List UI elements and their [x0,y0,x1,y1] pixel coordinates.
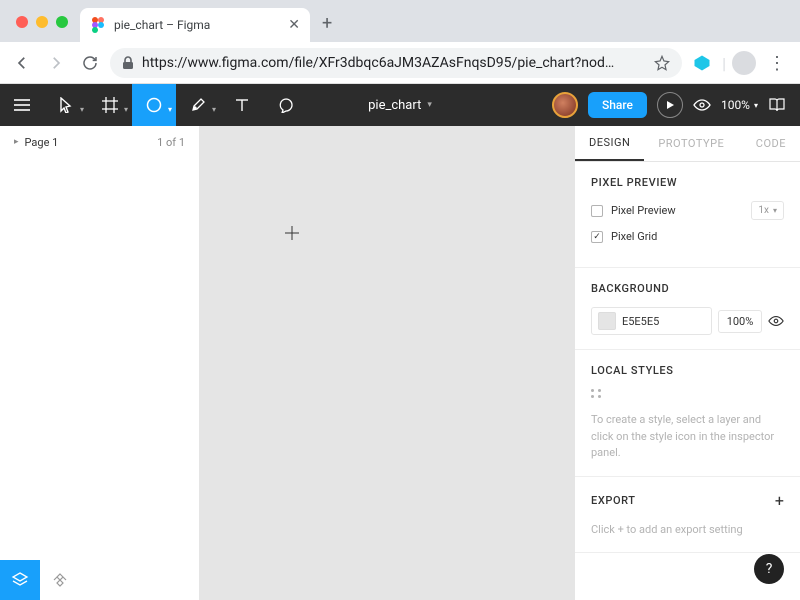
chevron-down-icon: ▾ [773,206,777,215]
crosshair-cursor-icon [285,226,299,240]
present-button[interactable] [657,92,683,118]
browser-tab[interactable]: pie_chart – Figma ✕ [80,8,310,42]
user-avatar[interactable] [552,92,578,118]
pixel-preview-checkbox[interactable] [591,205,603,217]
page-selector[interactable]: ▸ Page 1 1 of 1 [0,126,199,158]
tab-close-icon[interactable]: ✕ [288,17,300,33]
local-styles-hint: To create a style, select a layer and cl… [591,412,784,462]
inspector-tabs: DESIGN PROTOTYPE CODE [575,126,800,162]
library-button[interactable] [768,97,786,113]
layers-tab-button[interactable] [0,560,40,600]
layers-panel: ▸ Page 1 1 of 1 [0,126,200,600]
pixel-grid-label: Pixel Grid [611,230,657,243]
comment-tool-button[interactable] [264,84,308,126]
pixel-preview-label: Pixel Preview [611,204,676,217]
text-tool-button[interactable] [220,84,264,126]
share-button[interactable]: Share [588,92,647,118]
pixel-scale-select[interactable]: 1x ▾ [751,201,784,220]
profile-avatar[interactable] [732,51,756,75]
add-export-button[interactable]: + [775,491,784,510]
forward-button[interactable] [42,49,70,77]
reload-button[interactable] [76,49,104,77]
hamburger-menu-button[interactable] [0,84,44,126]
section-title: PIXEL PREVIEW [591,176,784,189]
export-hint: Click + to add an export setting [591,522,784,539]
figma-toolbar: ▾ ▾ ▾ ▾ pie_chart ▾ Share 100% ▾ [0,84,800,126]
maximize-window-button[interactable] [56,16,68,28]
browser-chrome: pie_chart – Figma ✕ + https://www.figma.… [0,0,800,84]
background-color-input[interactable]: E5E5E5 [591,307,712,335]
help-button[interactable]: ? [754,554,784,584]
tab-prototype[interactable]: PROTOTYPE [644,126,738,161]
close-window-button[interactable] [16,16,28,28]
chevron-down-icon: ▾ [212,105,216,114]
url-text: https://www.figma.com/file/XFr3dbqc6aJM3… [142,55,646,71]
pixel-grid-checkbox[interactable] [591,231,603,243]
page-count: 1 of 1 [157,136,185,149]
pen-tool-button[interactable]: ▾ [176,84,220,126]
chevron-down-icon: ▾ [427,100,432,110]
local-styles-section: LOCAL STYLES To create a style, select a… [575,350,800,477]
tab-strip: pie_chart – Figma ✕ + [0,0,800,42]
window-controls [8,16,80,42]
view-settings-button[interactable] [693,99,711,111]
shape-tool-button[interactable]: ▾ [132,84,176,126]
opacity-input[interactable]: 100% [718,310,762,333]
tab-code[interactable]: CODE [742,126,800,161]
export-section: EXPORT + Click + to add an export settin… [575,477,800,554]
chevron-down-icon: ▾ [754,101,758,110]
hex-value: E5E5E5 [622,315,659,328]
move-tool-button[interactable]: ▾ [44,84,88,126]
background-section: BACKGROUND E5E5E5 100% [575,268,800,350]
zoom-control[interactable]: 100% ▾ [721,98,758,112]
panel-bottom-tabs [0,560,199,600]
inspector-panel: DESIGN PROTOTYPE CODE PIXEL PREVIEW Pixe… [574,126,800,600]
tab-design[interactable]: DESIGN [575,126,644,161]
chevron-down-icon: ▾ [80,105,84,114]
pixel-preview-section: PIXEL PREVIEW Pixel Preview 1x ▾ Pixel G… [575,162,800,268]
chevron-down-icon: ▾ [124,105,128,114]
new-tab-button[interactable]: + [310,13,344,42]
lock-icon [122,56,134,70]
back-button[interactable] [8,49,36,77]
address-bar[interactable]: https://www.figma.com/file/XFr3dbqc6aJM3… [110,48,682,78]
color-swatch[interactable] [598,312,616,330]
minimize-window-button[interactable] [36,16,48,28]
document-name[interactable]: pie_chart ▾ [368,98,432,113]
section-title: BACKGROUND [591,282,784,295]
assets-tab-button[interactable] [40,560,80,600]
section-title: LOCAL STYLES [591,364,784,377]
extension-icon[interactable] [688,49,716,77]
address-bar-row: https://www.figma.com/file/XFr3dbqc6aJM3… [0,42,800,84]
canvas[interactable] [200,126,574,600]
zoom-level: 100% [721,98,750,112]
chevron-down-icon: ▾ [168,105,172,114]
frame-tool-button[interactable]: ▾ [88,84,132,126]
chrome-menu-icon[interactable]: ⋮ [762,53,792,74]
bookmark-star-icon[interactable] [654,55,670,71]
section-title: EXPORT [591,494,636,507]
doc-name-label: pie_chart [368,98,421,113]
workspace: ▸ Page 1 1 of 1 DESIGN PROTOTYPE CODE PI… [0,126,800,600]
tab-title: pie_chart – Figma [114,18,280,32]
page-label: Page 1 [25,136,59,149]
visibility-toggle-icon[interactable] [768,315,784,327]
scale-value: 1x [758,205,769,216]
chevron-right-icon: ▸ [14,137,19,147]
styles-grid-icon [591,389,784,398]
figma-favicon [90,17,106,33]
